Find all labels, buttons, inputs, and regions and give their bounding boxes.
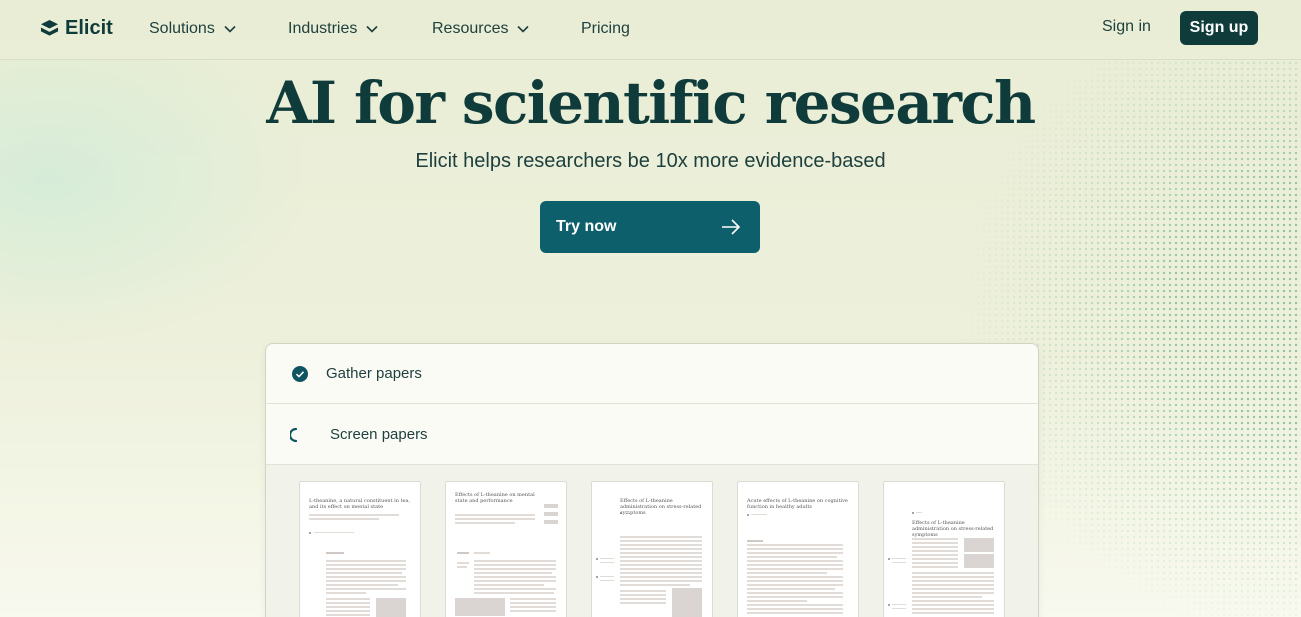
nav-resources-label: Resources	[432, 20, 509, 37]
hero-subtitle: Elicit helps researchers be 10x more evi…	[415, 150, 886, 172]
paper-card[interactable]: L-theanine, a natural constituent in tea…	[299, 481, 421, 617]
elicit-logo-icon	[40, 19, 59, 36]
check-circle-icon	[292, 366, 308, 382]
paper-card[interactable]: Effects of L-theanine administration on …	[883, 481, 1005, 617]
paper-card[interactable]: Effects of L-theanine administration on …	[591, 481, 713, 617]
paper-card[interactable]: Acute effects of L-theanine on cognitive…	[737, 481, 859, 617]
paper-card[interactable]: Effects of L-theanine on mental state an…	[445, 481, 567, 617]
step-label: Screen papers	[330, 426, 428, 443]
nav-resources[interactable]: Resources	[432, 18, 530, 40]
sign-up-button[interactable]: Sign up	[1180, 11, 1258, 45]
paper-title: L-theanine, a natural constituent in tea…	[309, 498, 411, 510]
hero-title: AI for scientific research	[266, 69, 1036, 137]
paper-thumbnails: L-theanine, a natural constituent in tea…	[266, 465, 1038, 617]
nav-pricing-label: Pricing	[581, 20, 630, 37]
step-screen-papers[interactable]: Screen papers	[266, 404, 1038, 465]
step-gather-papers[interactable]: Gather papers	[266, 344, 1038, 404]
elicit-logo[interactable]: Elicit	[40, 16, 113, 40]
nav-solutions[interactable]: Solutions	[149, 18, 237, 40]
try-now-button[interactable]: Try now	[540, 201, 760, 253]
nav-solutions-label: Solutions	[149, 20, 215, 37]
arrow-right-icon	[722, 219, 741, 235]
chevron-down-icon	[224, 25, 236, 33]
nav-industries-label: Industries	[288, 20, 358, 37]
chevron-down-icon	[517, 25, 530, 33]
workflow-panel: Gather papers Screen papers L-theanine, …	[265, 343, 1039, 617]
brand-name: Elicit	[65, 16, 113, 39]
spinner-icon	[290, 427, 298, 443]
try-now-label: Try now	[556, 218, 617, 235]
top-navigation: Elicit Solutions Industries Resources Pr…	[0, 0, 1301, 60]
paper-title: Effects of L-theanine administration on …	[620, 498, 702, 516]
paper-title: Effects of L-theanine on mental state an…	[455, 492, 535, 504]
sign-in-link[interactable]: Sign in	[1102, 18, 1151, 36]
step-label: Gather papers	[326, 365, 422, 382]
chevron-down-icon	[366, 25, 378, 33]
nav-industries[interactable]: Industries	[288, 18, 379, 40]
paper-title: Acute effects of L-theanine on cognitive…	[747, 498, 848, 510]
paper-title: Effects of L-theanine administration on …	[912, 520, 994, 538]
nav-pricing[interactable]: Pricing	[581, 18, 630, 40]
